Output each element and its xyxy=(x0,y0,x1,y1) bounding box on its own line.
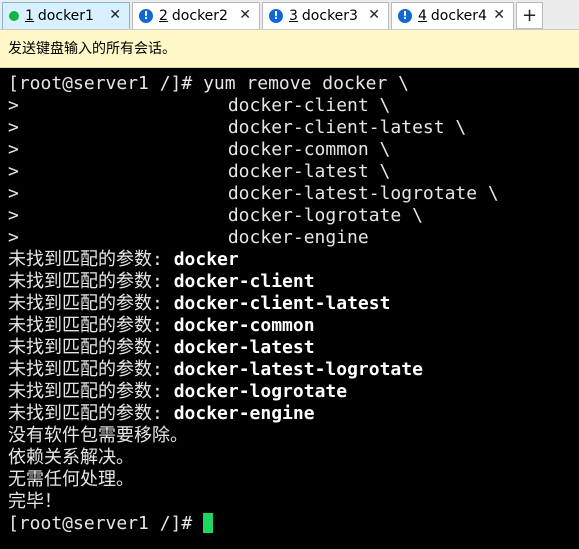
info-message: 发送键盘输入的所有会话。 xyxy=(8,41,176,57)
alert-icon: ! xyxy=(398,9,412,23)
new-tab-button[interactable]: + xyxy=(516,2,543,29)
prompt-line: [root@server1 /]# xyxy=(8,513,579,535)
tab-index: 4 xyxy=(418,8,427,24)
package-name: docker-engine xyxy=(173,403,315,424)
continuation-prompt: > xyxy=(8,95,19,116)
tab-docker1[interactable]: 1 docker1 ✕ xyxy=(2,2,130,29)
connected-status-icon xyxy=(9,11,19,21)
package-name: docker-latest xyxy=(173,337,315,358)
no-match-line: 未找到匹配的参数: docker-engine xyxy=(8,403,579,425)
no-match-label: 未找到匹配的参数: xyxy=(8,271,174,292)
no-match-label: 未找到匹配的参数: xyxy=(8,249,174,270)
continuation-prompt: > xyxy=(8,161,19,182)
no-match-line: 未找到匹配的参数: docker-client xyxy=(8,271,579,293)
no-match-line: 未找到匹配的参数: docker-logrotate xyxy=(8,381,579,403)
no-match-label: 未找到匹配的参数: xyxy=(8,293,174,314)
tab-docker3[interactable]: ! 3 docker3 ✕ xyxy=(262,2,389,29)
continuation-prompt: > xyxy=(8,117,19,138)
package-name: docker-latest-logrotate xyxy=(173,359,423,380)
tab-title: docker1 xyxy=(37,8,94,24)
no-match-label: 未找到匹配的参数: xyxy=(8,359,174,380)
no-match-label: 未找到匹配的参数: xyxy=(8,403,174,424)
tab-index: 2 xyxy=(159,8,168,24)
continuation-line: > docker-latest \ xyxy=(8,161,579,183)
terminal-cursor xyxy=(203,513,214,533)
continuation-prompt: > xyxy=(8,183,19,204)
output-message: 无需任何处理。 xyxy=(8,469,134,490)
tab-docker2[interactable]: ! 2 docker2 ✕ xyxy=(132,2,260,29)
output-message: 没有软件包需要移除。 xyxy=(8,425,188,446)
tab-title: docker4 xyxy=(430,8,487,24)
no-match-line: 未找到匹配的参数: docker xyxy=(8,249,579,271)
continuation-line: > docker-client-latest \ xyxy=(8,117,579,139)
session-tab-bar: 1 docker1 ✕ ! 2 docker2 ✕ ! 3 docker3 ✕ … xyxy=(0,0,579,30)
close-icon[interactable]: ✕ xyxy=(109,7,121,23)
continuation-arg: docker-logrotate \ xyxy=(227,205,423,226)
package-name: docker-common xyxy=(173,315,315,336)
continuation-prompt: > xyxy=(8,139,19,160)
tab-title: docker3 xyxy=(301,8,358,24)
package-name: docker xyxy=(173,249,239,270)
package-name: docker-client-latest xyxy=(173,293,391,314)
no-match-line: 未找到匹配的参数: docker-latest-logrotate xyxy=(8,359,579,381)
no-match-line: 未找到匹配的参数: docker-latest xyxy=(8,337,579,359)
continuation-prompt: > xyxy=(8,205,19,226)
broadcast-info-bar: 发送键盘输入的所有会话。 xyxy=(0,30,579,68)
no-match-label: 未找到匹配的参数: xyxy=(8,315,174,336)
terminal-output[interactable]: [root@server1 /]# yum remove docker \ > d… xyxy=(0,68,579,549)
continuation-arg: docker-common \ xyxy=(227,139,391,160)
close-icon[interactable]: ✕ xyxy=(493,7,505,23)
close-icon[interactable]: ✕ xyxy=(368,7,380,23)
tab-docker4[interactable]: ! 4 docker4 ✕ xyxy=(391,2,514,29)
package-name: docker-logrotate xyxy=(173,381,348,402)
close-icon[interactable]: ✕ xyxy=(239,7,251,23)
continuation-line: > docker-common \ xyxy=(8,139,579,161)
continuation-arg: docker-latest \ xyxy=(227,161,391,182)
tab-title: docker2 xyxy=(171,8,228,24)
alert-icon: ! xyxy=(139,9,153,23)
command-line: [root@server1 /]# yum remove docker \ xyxy=(8,73,409,94)
output-message: 依赖关系解决。 xyxy=(8,447,134,468)
no-match-label: 未找到匹配的参数: xyxy=(8,337,174,358)
tab-index: 1 xyxy=(25,8,34,24)
no-match-line: 未找到匹配的参数: docker-common xyxy=(8,315,579,337)
alert-icon: ! xyxy=(269,9,283,23)
tab-index: 3 xyxy=(289,8,298,24)
continuation-prompt: > xyxy=(8,227,19,248)
no-match-label: 未找到匹配的参数: xyxy=(8,381,174,402)
output-message: 完毕！ xyxy=(8,491,62,512)
continuation-line: > docker-engine xyxy=(8,227,579,249)
continuation-arg: docker-latest-logrotate \ xyxy=(227,183,499,204)
continuation-line: > docker-logrotate \ xyxy=(8,205,579,227)
continuation-line: > docker-client \ xyxy=(8,95,579,117)
no-match-line: 未找到匹配的参数: docker-client-latest xyxy=(8,293,579,315)
shell-prompt: [root@server1 /]# xyxy=(8,513,204,534)
continuation-arg: docker-engine xyxy=(227,227,369,248)
continuation-arg: docker-client \ xyxy=(227,95,391,116)
continuation-line: > docker-latest-logrotate \ xyxy=(8,183,579,205)
continuation-arg: docker-client-latest \ xyxy=(227,117,467,138)
package-name: docker-client xyxy=(173,271,315,292)
